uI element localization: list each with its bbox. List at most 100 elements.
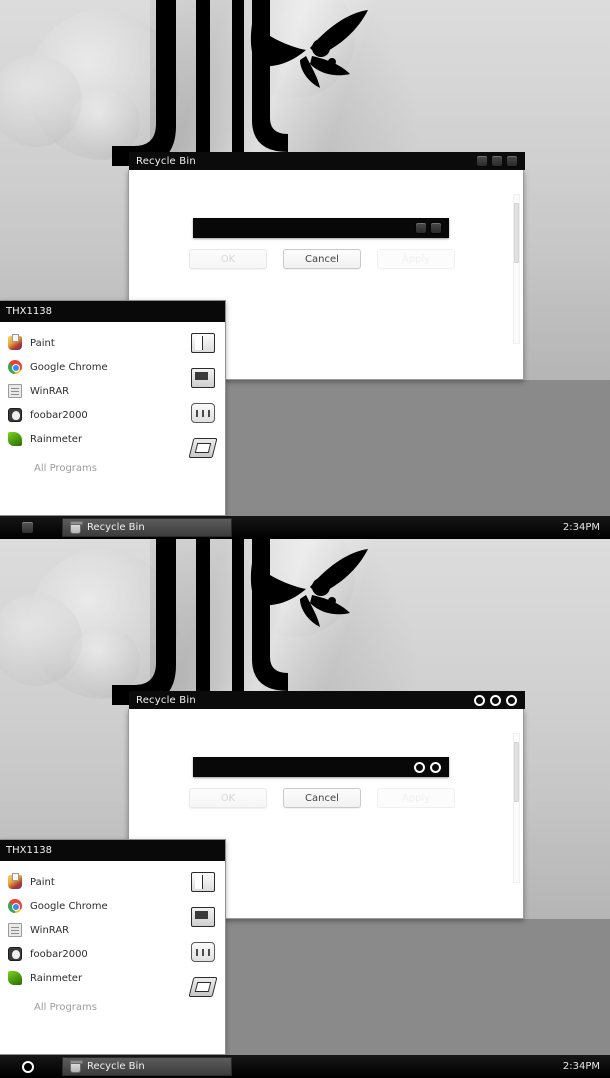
start-menu-item-paint[interactable]: Paint bbox=[8, 870, 176, 894]
chrome-icon bbox=[8, 899, 22, 913]
start-menu-item-label: Google Chrome bbox=[30, 900, 108, 912]
user-name: THX1138 bbox=[6, 845, 52, 856]
start-menu-item-label: WinRAR bbox=[30, 385, 70, 397]
foobar2000-icon bbox=[8, 408, 22, 422]
control-panel-icon[interactable] bbox=[190, 403, 215, 423]
desktop-top[interactable]: Recycle Bin OK Cancel Apply THX1138 Pain… bbox=[0, 0, 610, 539]
start-menu-item-rainmeter[interactable]: Rainmeter bbox=[8, 966, 176, 990]
documents-icon[interactable] bbox=[190, 872, 215, 892]
start-menu-item-foobar2000[interactable]: foobar2000 bbox=[8, 942, 176, 966]
taskbar-item-recycle-bin[interactable]: Recycle Bin bbox=[62, 1057, 232, 1076]
documents-icon[interactable] bbox=[190, 333, 215, 353]
start-menu-item-label: foobar2000 bbox=[30, 409, 88, 421]
taskbar-bottom[interactable]: Recycle Bin 2:34PM bbox=[0, 1055, 610, 1078]
devices-icon[interactable] bbox=[188, 977, 217, 997]
close-button[interactable] bbox=[507, 156, 517, 166]
start-menu-item-winrar[interactable]: WinRAR bbox=[8, 918, 176, 942]
start-menu-bottom[interactable]: THX1138 Paint Google Chrome WinRAR fooba… bbox=[0, 839, 226, 1055]
start-menu-item-label: Rainmeter bbox=[30, 433, 83, 445]
all-programs-button[interactable]: All Programs bbox=[8, 990, 176, 1013]
start-menu-item-label: foobar2000 bbox=[30, 948, 88, 960]
taskbar-top[interactable]: Recycle Bin 2:34PM bbox=[0, 516, 610, 539]
start-menu-shell-links bbox=[176, 322, 225, 516]
start-menu-item-paint[interactable]: Paint bbox=[8, 331, 176, 355]
start-orb-icon bbox=[22, 522, 33, 533]
taskbar-item-label: Recycle Bin bbox=[87, 522, 145, 533]
start-menu-program-list: Paint Google Chrome WinRAR foobar2000 Ra… bbox=[0, 322, 176, 516]
inner-black-bar[interactable] bbox=[193, 218, 449, 238]
close-button[interactable] bbox=[506, 694, 517, 706]
ok-button[interactable]: OK bbox=[189, 249, 267, 269]
chrome-icon bbox=[8, 360, 22, 374]
vertical-scrollbar[interactable] bbox=[513, 194, 520, 344]
start-menu-top[interactable]: THX1138 Paint Google Chrome WinRAR fooba… bbox=[0, 300, 226, 516]
apply-button[interactable]: Apply bbox=[377, 788, 455, 808]
dialog-button-row: OK Cancel Apply bbox=[189, 788, 537, 808]
scrollbar-thumb[interactable] bbox=[514, 203, 519, 263]
start-menu-item-label: Paint bbox=[30, 876, 55, 888]
computer-icon[interactable] bbox=[190, 368, 215, 388]
taskbar-clock[interactable]: 2:34PM bbox=[563, 1061, 610, 1072]
start-menu-user: THX1138 bbox=[0, 840, 225, 861]
rainmeter-icon bbox=[8, 971, 22, 985]
start-menu-item-label: Google Chrome bbox=[30, 361, 108, 373]
foobar2000-icon bbox=[8, 947, 22, 961]
computer-icon[interactable] bbox=[190, 907, 215, 927]
paint-icon bbox=[8, 334, 22, 350]
maximize-button[interactable] bbox=[492, 156, 502, 166]
start-button[interactable] bbox=[0, 516, 55, 539]
inner-close-button[interactable] bbox=[430, 761, 441, 773]
all-programs-button[interactable]: All Programs bbox=[8, 451, 176, 474]
cancel-button[interactable]: Cancel bbox=[283, 249, 361, 269]
rainmeter-icon bbox=[8, 432, 22, 446]
winrar-icon bbox=[8, 384, 22, 398]
recycle-bin-icon bbox=[70, 1059, 83, 1073]
taskbar-item-label: Recycle Bin bbox=[87, 1061, 145, 1072]
inner-close-button[interactable] bbox=[431, 223, 441, 233]
minimize-button[interactable] bbox=[474, 694, 485, 706]
paint-icon bbox=[8, 873, 22, 889]
start-menu-program-list: Paint Google Chrome WinRAR foobar2000 Ra… bbox=[0, 861, 176, 1055]
start-menu-item-google-chrome[interactable]: Google Chrome bbox=[8, 355, 176, 379]
start-menu-body: Paint Google Chrome WinRAR foobar2000 Ra… bbox=[0, 322, 225, 516]
recycle-bin-icon bbox=[70, 520, 83, 534]
start-menu-item-foobar2000[interactable]: foobar2000 bbox=[8, 403, 176, 427]
start-menu-item-label: Paint bbox=[30, 337, 55, 349]
theme-pane-bottom: Recycle Bin OK Cancel Apply THX1138 Pain… bbox=[0, 539, 610, 1078]
control-panel-icon[interactable] bbox=[190, 942, 215, 962]
start-menu-item-rainmeter[interactable]: Rainmeter bbox=[8, 427, 176, 451]
start-menu-item-label: Rainmeter bbox=[30, 972, 83, 984]
window-title: Recycle Bin bbox=[136, 155, 196, 167]
vertical-scrollbar[interactable] bbox=[513, 733, 520, 883]
start-menu-item-google-chrome[interactable]: Google Chrome bbox=[8, 894, 176, 918]
devices-icon[interactable] bbox=[188, 438, 217, 458]
start-button[interactable] bbox=[0, 1055, 55, 1078]
minimize-button[interactable] bbox=[477, 156, 487, 166]
start-menu-user: THX1138 bbox=[0, 301, 225, 322]
apply-button[interactable]: Apply bbox=[377, 249, 455, 269]
start-menu-body: Paint Google Chrome WinRAR foobar2000 Ra… bbox=[0, 861, 225, 1055]
ok-button[interactable]: OK bbox=[189, 788, 267, 808]
taskbar-item-recycle-bin[interactable]: Recycle Bin bbox=[62, 518, 232, 537]
inner-minimize-button[interactable] bbox=[416, 223, 426, 233]
user-name: THX1138 bbox=[6, 306, 52, 317]
maximize-button[interactable] bbox=[490, 694, 501, 706]
inner-black-bar[interactable] bbox=[193, 757, 449, 777]
window-controls[interactable] bbox=[474, 694, 525, 706]
scrollbar-thumb[interactable] bbox=[514, 742, 519, 802]
window-titlebar[interactable]: Recycle Bin bbox=[129, 152, 525, 170]
cancel-button[interactable]: Cancel bbox=[283, 788, 361, 808]
window-controls[interactable] bbox=[477, 156, 525, 166]
start-menu-item-winrar[interactable]: WinRAR bbox=[8, 379, 176, 403]
desktop-bottom[interactable]: Recycle Bin OK Cancel Apply THX1138 Pain… bbox=[0, 539, 610, 1078]
start-orb-icon bbox=[21, 1060, 34, 1073]
window-titlebar[interactable]: Recycle Bin bbox=[129, 691, 525, 709]
window-title: Recycle Bin bbox=[136, 694, 196, 706]
taskbar-clock[interactable]: 2:34PM bbox=[563, 522, 610, 533]
start-menu-item-label: WinRAR bbox=[30, 924, 70, 936]
inner-minimize-button[interactable] bbox=[414, 761, 425, 773]
winrar-icon bbox=[8, 923, 22, 937]
start-menu-shell-links bbox=[176, 861, 225, 1055]
theme-pane-top: Recycle Bin OK Cancel Apply THX1138 Pain… bbox=[0, 0, 610, 539]
dialog-button-row: OK Cancel Apply bbox=[189, 249, 537, 269]
